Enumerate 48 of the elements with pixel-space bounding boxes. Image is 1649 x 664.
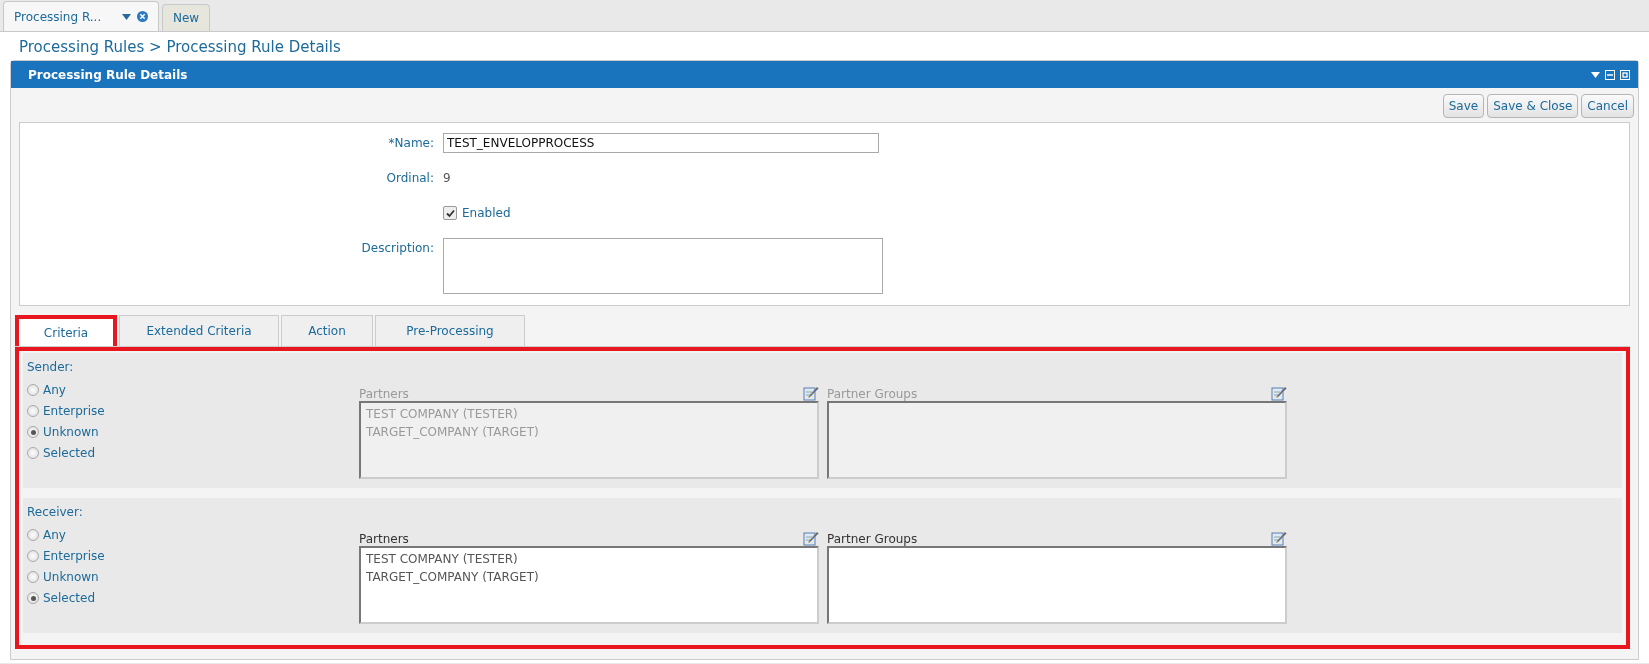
edit-icon[interactable] xyxy=(1271,530,1287,546)
toolbar-button[interactable]: Save xyxy=(1442,94,1485,118)
section-title: Receiver: xyxy=(27,504,84,521)
panel-title: Processing Rule Details xyxy=(28,67,188,82)
tab[interactable]: Action xyxy=(281,315,373,346)
radio-label: Unknown xyxy=(43,570,99,584)
field-label: Ordinal: xyxy=(385,170,434,187)
radio-label: Any xyxy=(43,383,66,397)
radio-button[interactable] xyxy=(27,571,39,583)
toolbar-button[interactable]: Cancel xyxy=(1581,94,1634,118)
maximize-icon[interactable] xyxy=(1620,69,1630,80)
radio-label: Unknown xyxy=(43,425,99,439)
radio-label: Enterprise xyxy=(43,549,105,563)
radio-button[interactable] xyxy=(27,529,39,541)
radio-label: Enterprise xyxy=(43,404,105,418)
radio-button[interactable] xyxy=(27,550,39,562)
list-item[interactable]: TEST COMPANY (TESTER) xyxy=(366,550,812,568)
tab[interactable]: Pre-Processing xyxy=(375,315,525,346)
tab[interactable]: Criteria xyxy=(15,315,117,346)
list-item[interactable]: TARGET_COMPANY (TARGET) xyxy=(366,568,812,586)
minimize-icon[interactable] xyxy=(1605,69,1615,80)
ordinal-value: 9 xyxy=(443,170,452,187)
field-label: Description: xyxy=(360,240,434,257)
tab[interactable]: Extended Criteria xyxy=(119,315,279,346)
checkbox[interactable] xyxy=(443,206,457,220)
close-icon[interactable] xyxy=(137,11,148,22)
list-label: Partner Groups xyxy=(827,387,918,401)
list-label: Partners xyxy=(359,387,409,401)
description-field[interactable] xyxy=(443,238,883,294)
radio-label: Any xyxy=(43,528,66,542)
section-title: Sender: xyxy=(27,359,75,376)
breadcrumb: Processing Rules > Processing Rule Details xyxy=(18,37,342,58)
radio-label: Selected xyxy=(43,591,96,605)
checkbox-label: Enabled xyxy=(462,205,511,222)
name-field[interactable]: TEST_ENVELOPPROCESS xyxy=(443,133,879,153)
caret-icon[interactable] xyxy=(1591,71,1600,78)
edit-icon[interactable] xyxy=(803,530,819,546)
radio-label: Selected xyxy=(43,446,96,460)
partners-list[interactable]: TEST COMPANY (TESTER) TARGET_COMPANY (TARGET) xyxy=(359,546,819,624)
list-label: Partners xyxy=(359,532,409,546)
field-label: *Name: xyxy=(387,135,434,152)
partner-groups-list[interactable] xyxy=(827,546,1287,624)
list-label: Partner Groups xyxy=(827,532,918,546)
document-tab[interactable]: Processing R... xyxy=(3,1,159,31)
document-tab[interactable]: New xyxy=(162,4,211,31)
caret-icon[interactable] xyxy=(122,13,131,20)
toolbar-button[interactable]: Save & Close xyxy=(1487,94,1579,118)
radio-button[interactable] xyxy=(27,592,39,604)
